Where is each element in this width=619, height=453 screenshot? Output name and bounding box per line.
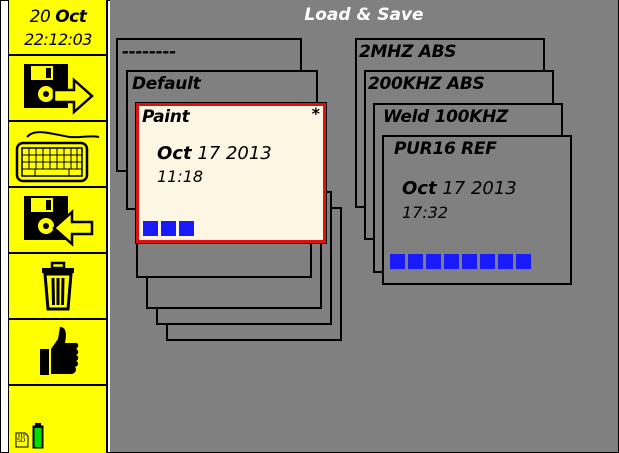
usage-block [444, 254, 459, 269]
date-day: 20 [29, 7, 51, 27]
save-to-disk-button[interactable] [9, 56, 107, 122]
usage-block [462, 254, 477, 269]
usage-block [179, 221, 194, 236]
keyboard-icon [15, 131, 100, 183]
usage-block [498, 254, 513, 269]
usage-block [390, 254, 405, 269]
usage-blocks [390, 254, 531, 269]
config-date-rest: 17 2013 [442, 178, 517, 199]
config-card-label: 2MHZ ABS [359, 42, 457, 62]
storage-status: SD [13, 420, 53, 450]
config-name: Paint [142, 107, 190, 127]
config-card-label: -------- [122, 42, 177, 62]
config-card-label: Weld 100KHZ [383, 107, 509, 127]
usage-block [426, 254, 441, 269]
config-card-front[interactable]: PUR16 REF Oct 17 2013 17:32 [382, 135, 572, 285]
config-date-month: Oct [402, 178, 437, 199]
selected-config-card[interactable]: Paint * Oct 17 2013 11:18 [136, 103, 326, 243]
config-name: PUR16 REF [394, 139, 497, 159]
keyboard-button[interactable] [9, 122, 107, 188]
config-date-rest: 17 2013 [197, 143, 272, 164]
thumbs-up-icon [40, 327, 79, 375]
config-date: Oct 17 2013 [402, 178, 517, 199]
usage-block [408, 254, 423, 269]
date-display: 20 Oct [9, 7, 107, 27]
modified-marker: * [311, 104, 320, 123]
floppy-arrow-in-icon [24, 196, 94, 247]
floppy-arrow-out-icon [24, 64, 94, 115]
load-from-disk-button[interactable] [9, 188, 107, 254]
main-panel: Load & Save -------- Default Paint * Oct… [110, 0, 618, 452]
confirm-button[interactable] [9, 320, 107, 386]
config-date-month: Oct [157, 143, 192, 164]
usage-block [143, 221, 158, 236]
config-card-label: Default [132, 74, 201, 94]
usage-blocks [143, 221, 194, 236]
usage-block [161, 221, 176, 236]
time-display: 22:12:03 [24, 30, 92, 49]
config-date: Oct 17 2013 [157, 143, 272, 164]
sidebar: 20 Oct 22:12:03 SD [8, 0, 108, 453]
clock: 20 Oct 22:12:03 [9, 0, 107, 56]
config-card-label: 200KHZ ABS [368, 74, 485, 94]
usage-block [480, 254, 495, 269]
usage-block [516, 254, 531, 269]
battery-icon [32, 423, 44, 449]
date-month: Oct [55, 7, 87, 27]
sd-label: SD [17, 437, 26, 444]
config-time: 17:32 [402, 203, 449, 222]
config-time: 11:18 [157, 167, 204, 186]
delete-button[interactable] [9, 254, 107, 320]
page-title: Load & Save [304, 5, 424, 25]
trash-icon [42, 261, 74, 311]
